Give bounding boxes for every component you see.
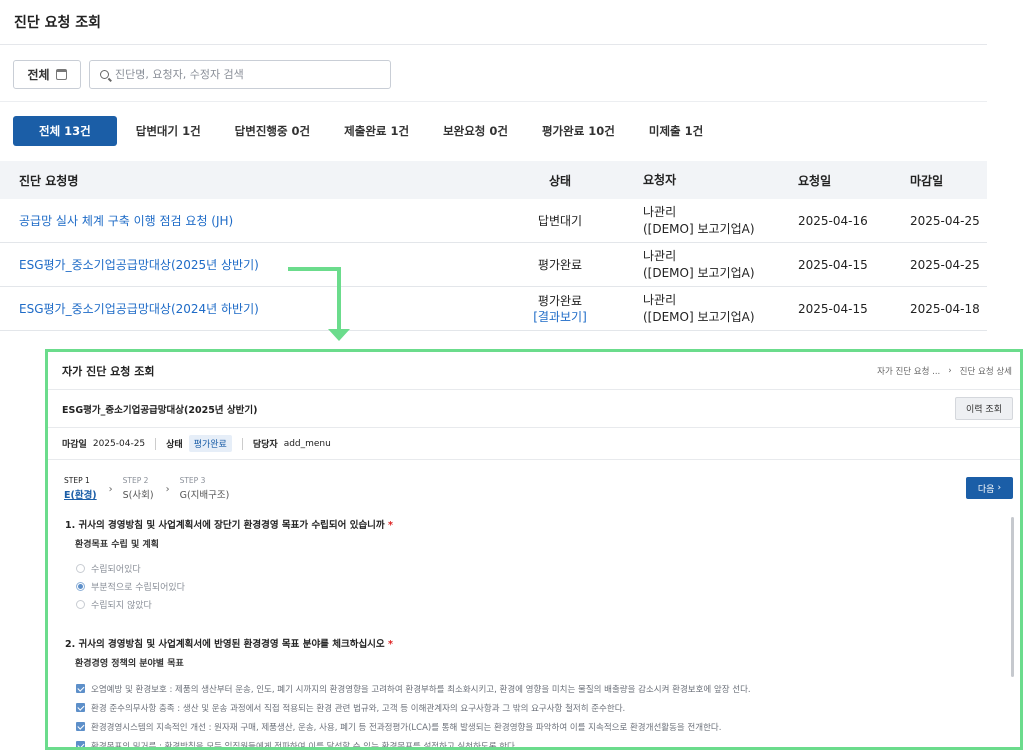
step-1[interactable]: STEP 1 E(환경) [64,476,97,501]
meta-due-label: 마감일 [62,440,87,450]
step-2[interactable]: STEP 2 S(사회) [123,476,154,501]
option-label: 환경목표의 밑거름 : 환경방침을 모든 임직원들에게 전파하여 이를 달성할 … [91,741,518,750]
meta-divider [155,437,157,450]
breadcrumb-item[interactable]: 자가 진단 요청 ... [877,365,940,377]
option-label: 환경경영시스템의 지속적인 개선 : 원자재 구매, 제품생산, 운송, 사용,… [91,722,722,733]
checkbox-option[interactable]: 오염예방 및 환경보호 : 제품의 생산부터 운송, 인도, 폐기 시까지의 환… [76,679,751,698]
radio-group: 수립되어있다 부분적으로 수립되어있다 수립되지 않았다 [65,559,393,613]
question-subtitle: 환경목표 수립 및 계획 [75,540,159,550]
meta-status-label: 상태 [166,440,183,450]
radio-selected-icon [76,581,85,591]
checkbox-group: 오염예방 및 환경보호 : 제품의 생산부터 운송, 인도, 폐기 시까지의 환… [65,679,751,750]
flow-arrow-head [328,329,350,341]
step-number: STEP 3 [179,476,206,485]
checkbox-checked-icon [76,722,85,731]
radio-option[interactable]: 수립되어있다 [76,559,393,577]
step-number: STEP 2 [122,476,149,485]
step-label: G(지배구조) [179,490,230,501]
detail-panel: 자가 진단 요청 조회 자가 진단 요청 ... › 진단 요청 상세 ESG평… [45,349,1023,750]
chevron-right-icon: › [165,484,170,495]
next-button[interactable]: 다음 › [966,477,1013,499]
history-button[interactable]: 이력 조회 [955,397,1013,420]
checkbox-option[interactable]: 환경경영시스템의 지속적인 개선 : 원자재 구매, 제품생산, 운송, 사용,… [76,717,751,736]
flow-arrow-line [288,267,341,330]
option-label: 부분적으로 수립되어있다 [91,582,185,593]
detail-header: 자가 진단 요청 조회 자가 진단 요청 ... › 진단 요청 상세 [48,352,1020,390]
question-2: 2. 귀사의 경영방침 및 사업계획서에 반영된 환경경영 목표 분야를 체크하… [65,636,751,750]
breadcrumb: 자가 진단 요청 ... › 진단 요청 상세 [877,365,1012,377]
checkbox-checked-icon [76,741,85,747]
step-indicator: STEP 1 E(환경) › STEP 2 S(사회) › STEP 3 G(지… [64,476,229,501]
question-title-text: 1. 귀사의 경영방침 및 사업계획서에 장단기 환경경영 목표가 수립되어 있… [65,520,385,531]
checkbox-checked-icon [76,703,85,712]
option-label: 수립되어있다 [91,564,141,575]
checkbox-option[interactable]: 환경목표의 밑거름 : 환경방침을 모든 임직원들에게 전파하여 이를 달성할 … [76,736,751,750]
question-1: 1. 귀사의 경영방침 및 사업계획서에 장단기 환경경영 목표가 수립되어 있… [65,517,393,613]
radio-option[interactable]: 수립되지 않았다 [76,595,393,613]
radio-icon [76,599,85,609]
option-label: 오염예방 및 환경보호 : 제품의 생산부터 운송, 인도, 폐기 시까지의 환… [91,684,751,695]
required-mark: * [387,520,393,531]
question-title-text: 2. 귀사의 경영방침 및 사업계획서에 반영된 환경경영 목표 분야를 체크하… [65,639,385,650]
detail-meta: 마감일 2025-04-25 상태 평가완료 담당자 add_menu [48,428,1020,460]
question-subtitle: 환경경영 정책의 분야별 목표 [75,659,184,669]
meta-manager-label: 담당자 [252,440,278,450]
question-title: 1. 귀사의 경영방침 및 사업계획서에 장단기 환경경영 목표가 수립되어 있… [65,517,393,531]
detail-subheader: ESG평가_중소기업공급망대상(2025년 상반기) 이력 조회 [48,390,1020,428]
next-button-label: 다음 [977,484,995,495]
chevron-right-icon: › [997,483,1002,493]
step-number: STEP 1 [64,476,90,485]
meta-due-value: 2025-04-25 [92,438,146,449]
step-label: E(환경) [64,490,97,501]
checkbox-option[interactable]: 환경 준수의무사항 충족 : 생산 및 운송 과정에서 직접 적용되는 환경 관… [76,698,751,717]
meta-manager-value: add_menu [283,438,331,449]
radio-icon [76,563,85,573]
step-3[interactable]: STEP 3 G(지배구조) [180,476,230,501]
required-mark: * [387,639,393,650]
detail-subtitle: ESG평가_중소기업공급망대상(2025년 상반기) [62,404,258,416]
breadcrumb-item: 진단 요청 상세 [959,366,1012,377]
detail-title: 자가 진단 요청 조회 [62,364,155,378]
chevron-right-icon: › [948,365,952,376]
question-title: 2. 귀사의 경영방침 및 사업계획서에 반영된 환경경영 목표 분야를 체크하… [65,636,751,650]
option-label: 수립되지 않았다 [91,600,152,611]
radio-option[interactable]: 부분적으로 수립되어있다 [76,577,393,595]
chevron-right-icon: › [108,484,113,495]
checkbox-checked-icon [76,684,85,693]
scrollbar[interactable] [1011,517,1014,677]
status-badge: 평가완료 [188,435,232,452]
step-label: S(사회) [122,490,154,501]
option-label: 환경 준수의무사항 충족 : 생산 및 운송 과정에서 직접 적용되는 환경 관… [91,703,626,714]
meta-divider [241,437,243,450]
